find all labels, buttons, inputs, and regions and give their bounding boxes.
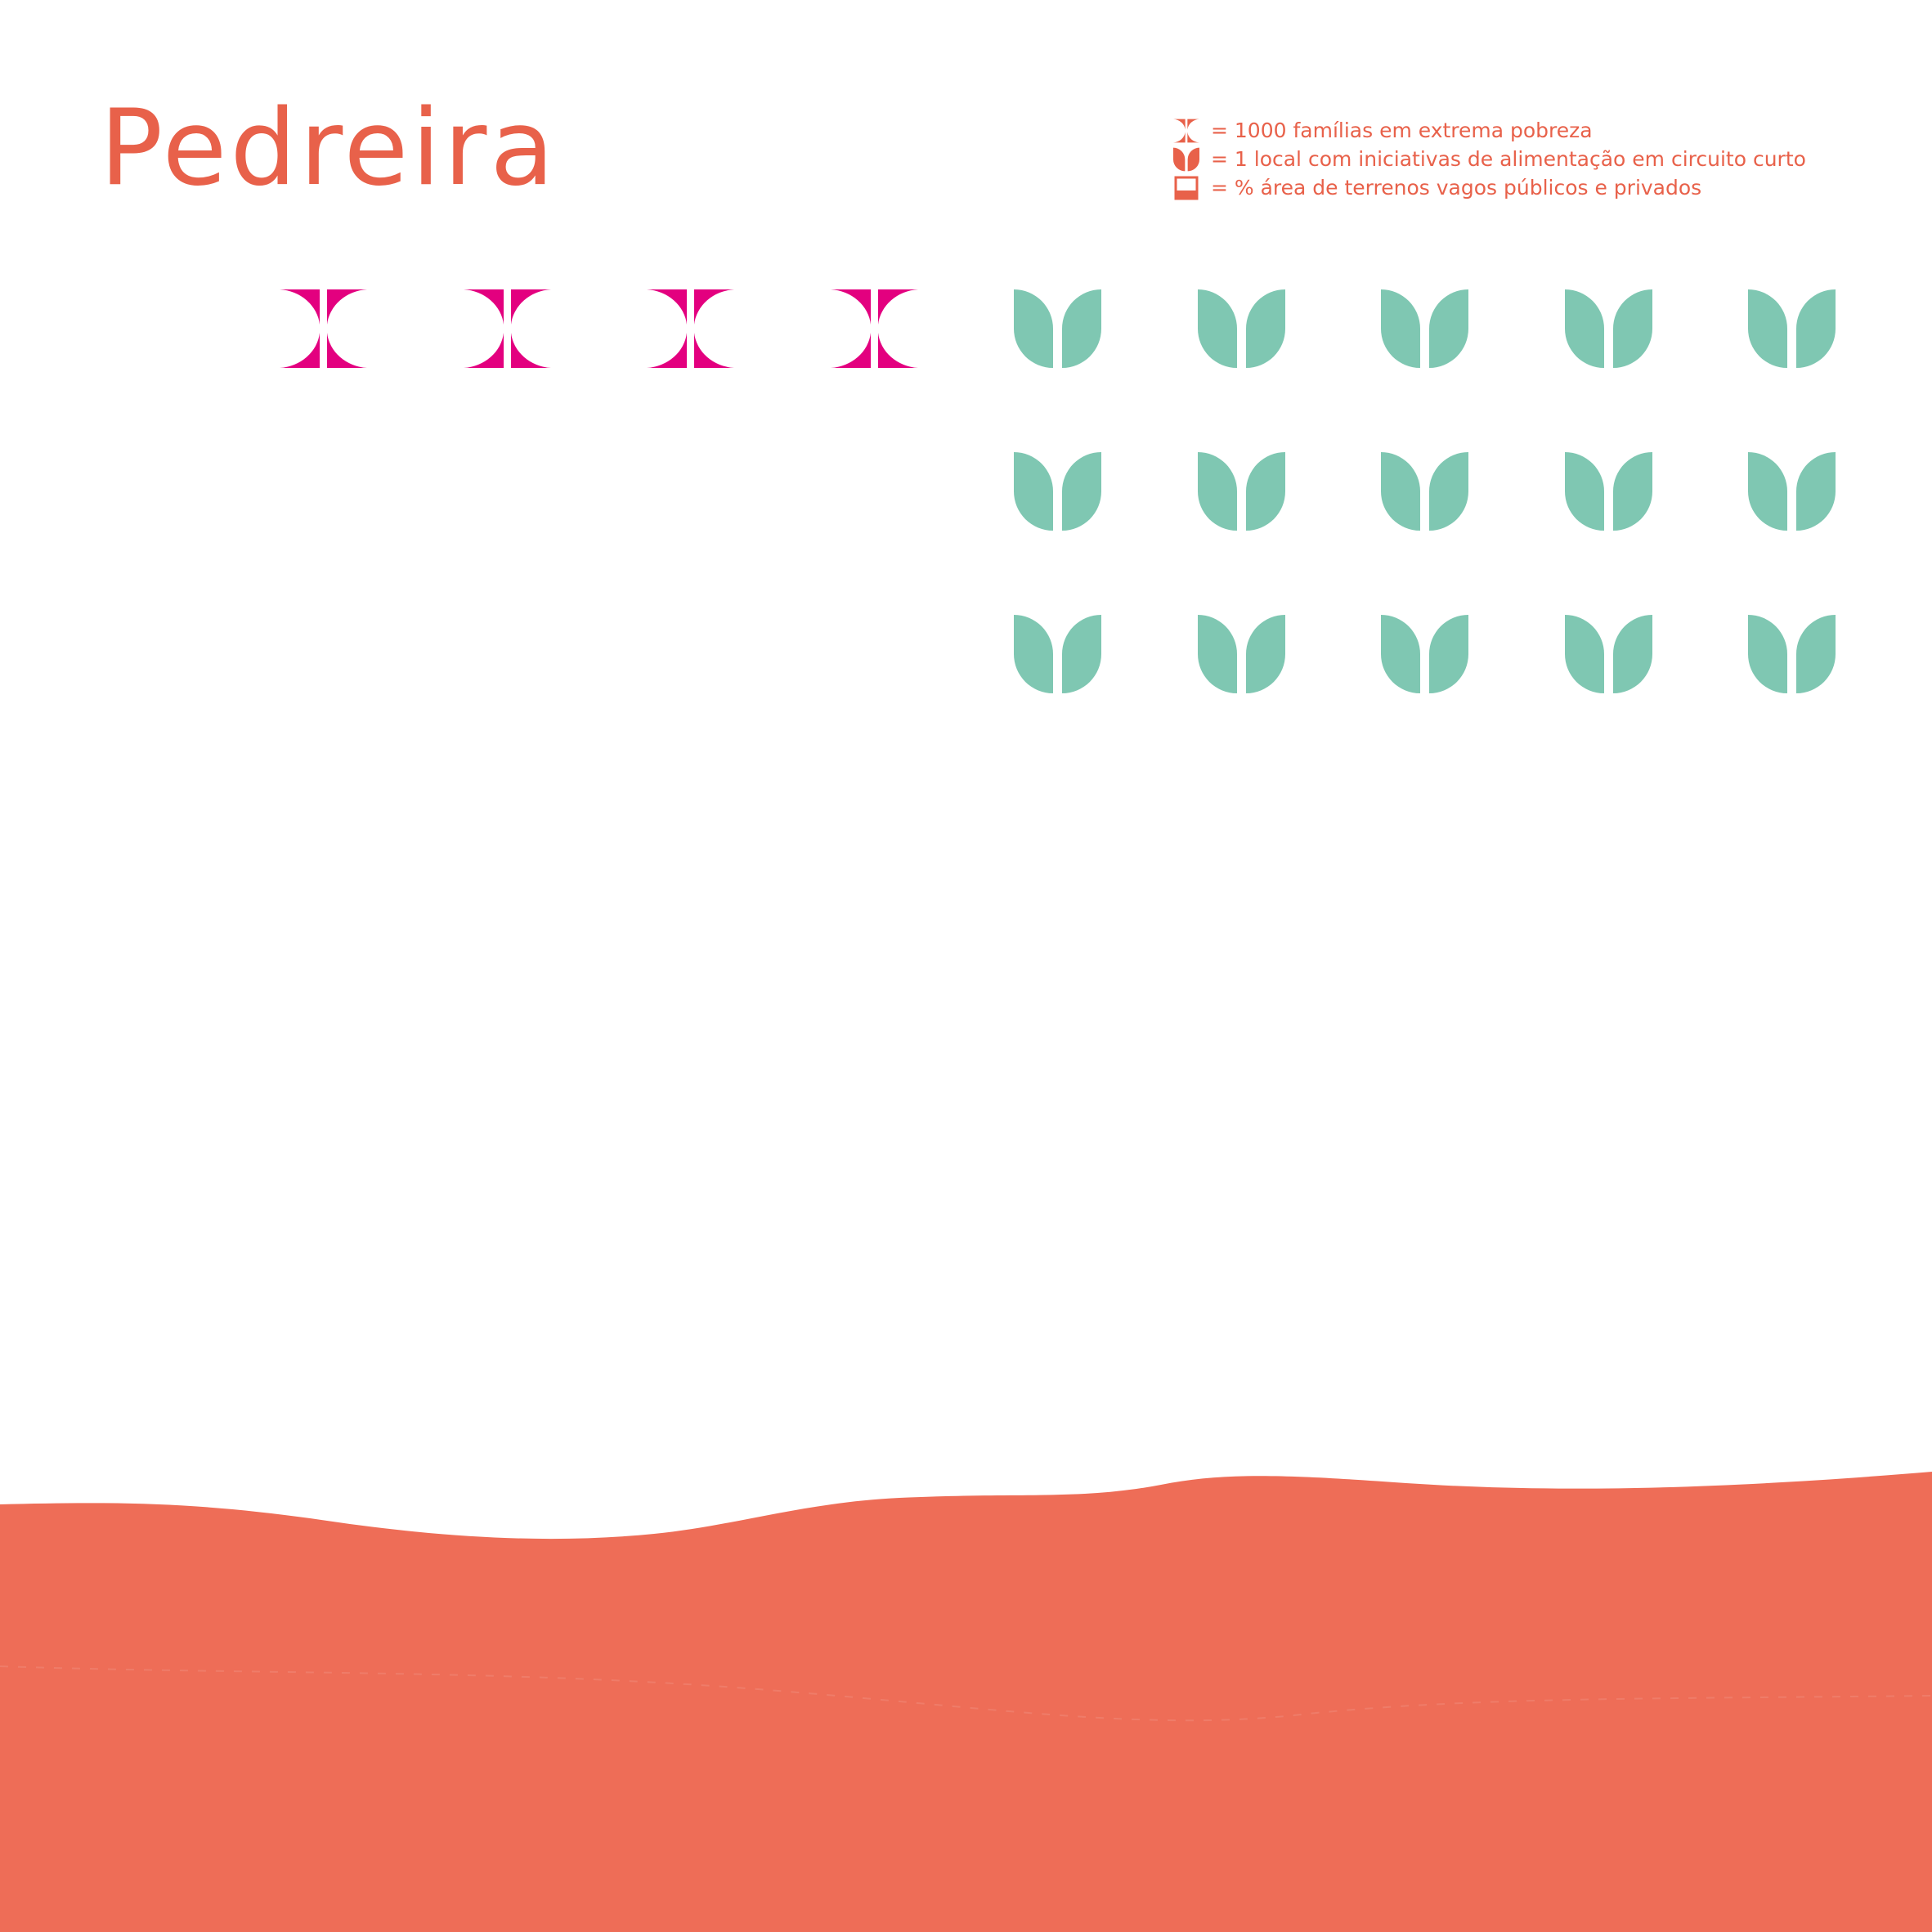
leaf-icon <box>1197 615 1285 693</box>
page-title: Pedreira <box>100 87 558 209</box>
leaf-icon <box>1564 452 1652 531</box>
legend-row-poverty: = 1000 famílias em extrema pobreza <box>1173 116 1806 145</box>
terrain-shape <box>0 1472 1932 1932</box>
legend-text-vacant-land: = % área de terrenos vagos públicos e pr… <box>1211 176 1702 199</box>
poverty-icon <box>1173 119 1199 142</box>
legend-text-leaf: = 1 local com iniciativas de alimentação… <box>1211 147 1806 171</box>
poverty-icon <box>280 289 367 368</box>
leaf-icon <box>1014 289 1101 368</box>
leaf-icon <box>1197 289 1285 368</box>
leaf-icon <box>1173 147 1199 171</box>
leaf-icon <box>1564 289 1652 368</box>
vacant-land-icon <box>1174 176 1199 199</box>
leaf-icon <box>1014 615 1101 693</box>
terrain-band <box>0 1472 1932 1932</box>
leaf-icon <box>1748 615 1836 693</box>
leaf-icon <box>1014 452 1101 531</box>
legend-text-poverty: = 1000 famílias em extrema pobreza <box>1211 119 1593 142</box>
leaf-icon <box>1748 452 1836 531</box>
poverty-icon <box>463 289 551 368</box>
leaf-icon <box>1381 615 1468 693</box>
leaf-icon <box>1381 289 1468 368</box>
leaf-icon <box>1197 452 1285 531</box>
leaf-icon <box>1381 452 1468 531</box>
leaf-icon <box>1748 289 1836 368</box>
legend-row-leaf: = 1 local com iniciativas de alimentação… <box>1173 145 1806 173</box>
poverty-icon <box>830 289 918 368</box>
legend-row-vacant-land: = % área de terrenos vagos públicos e pr… <box>1173 173 1806 202</box>
poverty-icon <box>647 289 734 368</box>
legend: = 1000 famílias em extrema pobreza = 1 l… <box>1173 116 1806 202</box>
leaf-icon <box>1564 615 1652 693</box>
